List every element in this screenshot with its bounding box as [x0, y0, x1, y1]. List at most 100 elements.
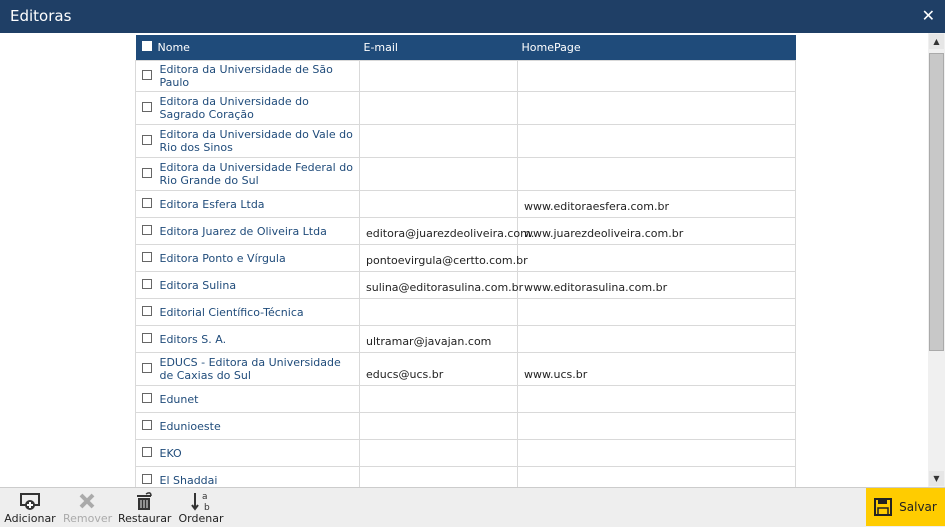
row-select-cell[interactable] — [135, 217, 158, 245]
table-row[interactable]: Editora da Universidade do Sagrado Coraç… — [135, 91, 796, 125]
row-checkbox[interactable] — [141, 362, 152, 373]
row-checkbox[interactable] — [141, 251, 152, 262]
row-select-cell[interactable] — [135, 271, 158, 299]
footer-toolbar: Adicionar Remover Restaurar ab Ordenar S… — [0, 487, 945, 527]
row-select-cell[interactable] — [135, 298, 158, 326]
publisher-name[interactable]: Editora Esfera Ltda — [157, 190, 360, 218]
sort-button[interactable]: ab Ordenar — [178, 490, 224, 525]
publisher-homepage — [517, 124, 796, 158]
publisher-email — [359, 157, 518, 191]
table-row[interactable]: EKO — [135, 439, 796, 467]
row-checkbox[interactable] — [141, 392, 152, 403]
publisher-email — [359, 190, 518, 218]
column-header-email[interactable]: E-mail — [359, 35, 518, 61]
publisher-email — [359, 60, 518, 92]
remove-button[interactable]: Remover — [63, 490, 112, 525]
grid-container: Nome E-mail HomePage Editora da Universi… — [0, 33, 928, 487]
restore-button[interactable]: Restaurar — [118, 490, 171, 525]
add-label: Adicionar — [4, 512, 56, 525]
sort-label: Ordenar — [178, 512, 224, 525]
row-checkbox[interactable] — [141, 101, 152, 112]
row-select-cell[interactable] — [135, 412, 158, 440]
publisher-name[interactable]: Editora da Universidade Federal do Rio G… — [157, 157, 360, 191]
row-select-cell[interactable] — [135, 352, 158, 386]
publisher-name[interactable]: Editora da Universidade de São Paulo — [157, 60, 360, 92]
row-checkbox[interactable] — [141, 278, 152, 289]
publisher-name[interactable]: Edunet — [157, 385, 360, 413]
save-button[interactable]: Salvar — [866, 488, 945, 526]
table-row[interactable]: Editora da Universidade do Vale do Rio d… — [135, 124, 796, 158]
save-icon — [874, 498, 893, 516]
publisher-homepage — [517, 385, 796, 413]
scroll-down-icon[interactable]: ▼ — [929, 471, 944, 486]
publisher-name[interactable]: El Shaddai — [157, 466, 360, 487]
row-checkbox[interactable] — [141, 224, 152, 235]
row-checkbox[interactable] — [141, 446, 152, 457]
publisher-name[interactable]: Edunioeste — [157, 412, 360, 440]
column-header-homepage[interactable]: HomePage — [517, 35, 796, 61]
row-select-cell[interactable] — [135, 190, 158, 218]
row-select-cell[interactable] — [135, 244, 158, 272]
remove-icon — [79, 493, 95, 509]
row-checkbox[interactable] — [141, 473, 152, 484]
publisher-email — [359, 412, 518, 440]
row-checkbox[interactable] — [141, 197, 152, 208]
select-all-cell[interactable] — [135, 35, 158, 61]
dialog-title: Editoras — [10, 7, 72, 25]
table-row[interactable]: Editors S. A. ultramar@javajan.com — [135, 325, 796, 353]
table-row[interactable]: Editorial Científico-Técnica — [135, 298, 796, 326]
row-select-cell[interactable] — [135, 157, 158, 191]
table-header-row: Nome E-mail HomePage — [135, 35, 796, 61]
publisher-name[interactable]: Editora da Universidade do Vale do Rio d… — [157, 124, 360, 158]
row-checkbox[interactable] — [141, 69, 152, 80]
table-row[interactable]: Edunet — [135, 385, 796, 413]
row-select-cell[interactable] — [135, 60, 158, 92]
table-row[interactable]: Editora Juarez de Oliveira Ltda editora@j… — [135, 217, 796, 245]
row-select-cell[interactable] — [135, 466, 158, 487]
publisher-name[interactable]: Editora Ponto e Vírgula — [157, 244, 360, 272]
table-row[interactable]: Edunioeste — [135, 412, 796, 440]
publisher-name[interactable]: EKO — [157, 439, 360, 467]
row-select-cell[interactable] — [135, 325, 158, 353]
publisher-name[interactable]: Editora da Universidade do Sagrado Coraç… — [157, 91, 360, 125]
row-select-cell[interactable] — [135, 385, 158, 413]
row-checkbox[interactable] — [141, 305, 152, 316]
select-all-checkbox[interactable] — [141, 41, 152, 51]
publisher-email — [359, 124, 518, 158]
close-icon[interactable]: ✕ — [922, 6, 935, 25]
publisher-homepage: www.juarezdeoliveira.com.br — [517, 217, 796, 245]
table-row[interactable]: Editora Ponto e Vírgula pontoevirgula@cer… — [135, 244, 796, 272]
row-select-cell[interactable] — [135, 91, 158, 125]
table-row[interactable]: EDUCS - Editora da Universidade de Caxia… — [135, 352, 796, 386]
row-checkbox[interactable] — [141, 332, 152, 343]
publisher-name[interactable]: EDUCS - Editora da Universidade de Caxia… — [157, 352, 360, 386]
row-checkbox[interactable] — [141, 167, 152, 178]
row-select-cell[interactable] — [135, 439, 158, 467]
publisher-homepage — [517, 466, 796, 487]
table-row[interactable]: Editora da Universidade de São Paulo — [135, 60, 796, 92]
table-row[interactable]: Editora da Universidade Federal do Rio G… — [135, 157, 796, 191]
row-checkbox[interactable] — [141, 134, 152, 145]
table-row[interactable]: Editora Esfera Ltda www.editoraesfera.com… — [135, 190, 796, 218]
publisher-name[interactable]: Editora Sulina — [157, 271, 360, 299]
publisher-homepage — [517, 439, 796, 467]
vertical-scrollbar[interactable]: ▲ ▼ — [928, 33, 945, 487]
publisher-email: ultramar@javajan.com — [359, 325, 518, 353]
row-checkbox[interactable] — [141, 419, 152, 430]
publisher-homepage: www.ucs.br — [517, 352, 796, 386]
publisher-homepage — [517, 298, 796, 326]
table-row[interactable]: Editora Sulina sulina@editorasulina.com.b… — [135, 271, 796, 299]
add-button[interactable]: Adicionar — [4, 490, 56, 525]
scroll-up-icon[interactable]: ▲ — [929, 34, 944, 49]
scrollbar-thumb[interactable] — [929, 53, 944, 351]
publisher-name[interactable]: Editors S. A. — [157, 325, 360, 353]
publisher-name[interactable]: Editorial Científico-Técnica — [157, 298, 360, 326]
row-select-cell[interactable] — [135, 124, 158, 158]
publisher-email — [359, 466, 518, 487]
publisher-name[interactable]: Editora Juarez de Oliveira Ltda — [157, 217, 360, 245]
save-label: Salvar — [899, 500, 937, 514]
column-header-name[interactable]: Nome — [157, 35, 360, 61]
table-row[interactable]: El Shaddai — [135, 466, 796, 487]
add-icon — [20, 493, 40, 510]
publisher-homepage: www.editoraesfera.com.br — [517, 190, 796, 218]
